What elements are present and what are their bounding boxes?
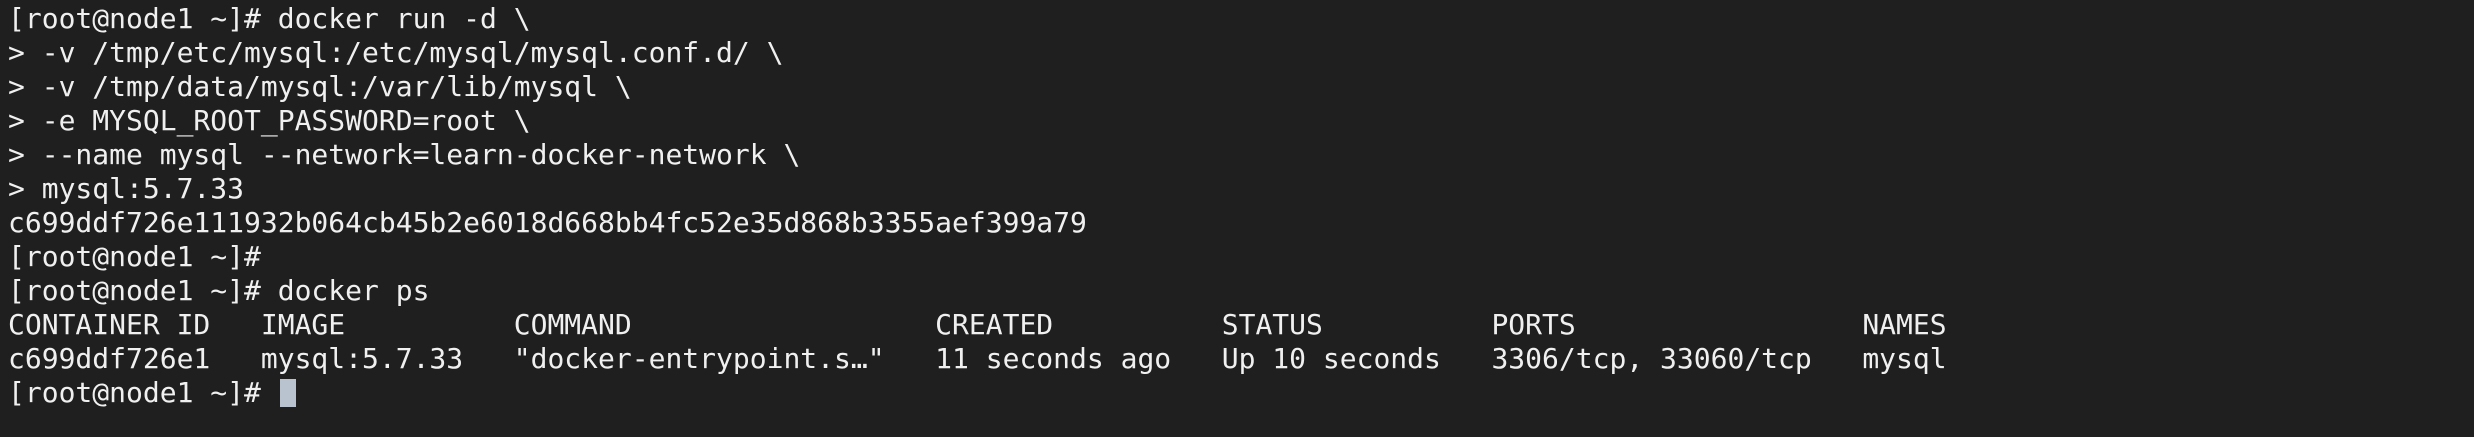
- command-continuation-env-password: > -e MYSQL_ROOT_PASSWORD=root \: [8, 104, 531, 137]
- command-continuation-volume-data: > -v /tmp/data/mysql:/var/lib/mysql \: [8, 70, 632, 103]
- command-line-docker-ps: [root@node1 ~]# docker ps: [8, 274, 430, 307]
- prompt-text: [root@node1 ~]#: [8, 376, 278, 409]
- command-continuation-name-network: > --name mysql --network=learn-docker-ne…: [8, 138, 801, 171]
- text-cursor[interactable]: [279, 379, 296, 407]
- command-continuation-volume-etc: > -v /tmp/etc/mysql:/etc/mysql/mysql.con…: [8, 36, 784, 69]
- active-prompt-line[interactable]: [root@node1 ~]#: [8, 376, 2474, 410]
- docker-ps-container-row: c699ddf726e1 mysql:5.7.33 "docker-entryp…: [8, 342, 1947, 375]
- command-continuation-image: > mysql:5.7.33: [8, 172, 245, 205]
- empty-prompt-line: [root@node1 ~]#: [8, 240, 261, 273]
- container-id-output: c699ddf726e111932b064cb45b2e6018d668bb4f…: [8, 206, 1087, 239]
- terminal-window[interactable]: [root@node1 ~]# docker run -d \ > -v /tm…: [0, 0, 2474, 437]
- docker-ps-header-row: CONTAINER ID IMAGE COMMAND CREATED STATU…: [8, 308, 1947, 341]
- command-line-docker-run: [root@node1 ~]# docker run -d \: [8, 2, 531, 35]
